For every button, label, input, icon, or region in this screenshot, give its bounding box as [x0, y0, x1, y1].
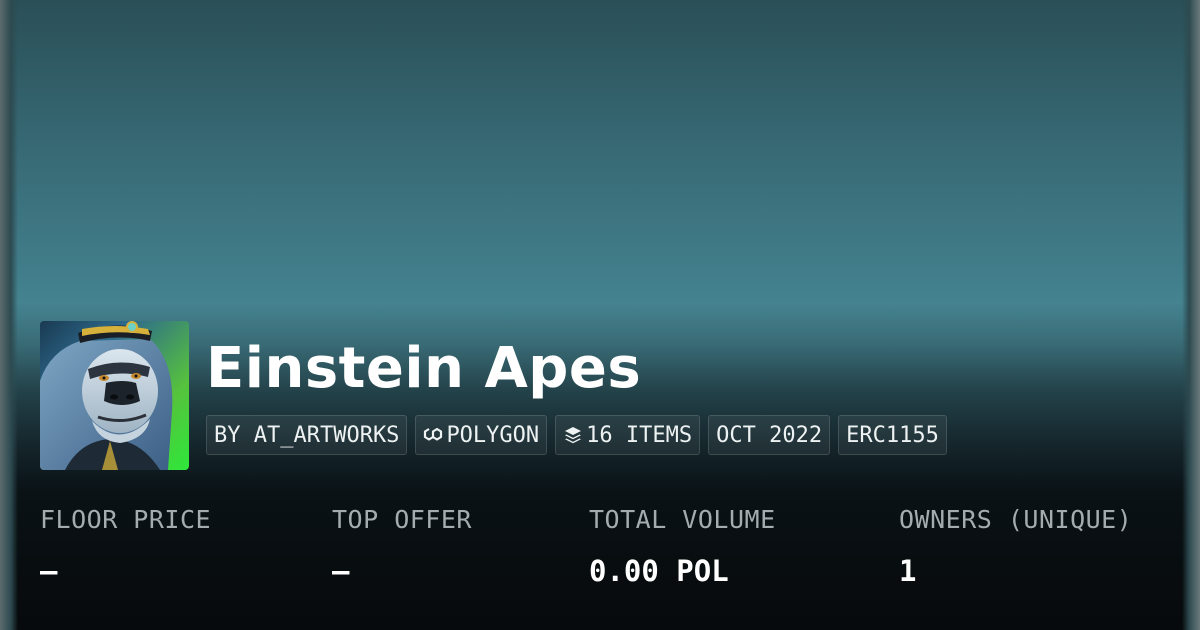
floor-price-value: –: [40, 554, 58, 588]
standard-chip-label: ERC1155: [846, 422, 939, 448]
standard-chip: ERC1155: [838, 415, 947, 455]
chain-chip-label: POLYGON: [446, 422, 540, 448]
chain-chip[interactable]: POLYGON: [415, 415, 548, 455]
date-chip-label: OCT 2022: [716, 422, 823, 448]
owners-stat: OWNERS (UNIQUE) 1: [899, 505, 1132, 588]
total-volume-label: TOTAL VOLUME: [589, 505, 776, 534]
owners-value: 1: [899, 554, 917, 588]
top-offer-stat: TOP OFFER –: [332, 505, 472, 588]
collection-title: Einstein Apes: [206, 336, 642, 401]
floor-price-stat: FLOOR PRICE –: [40, 505, 211, 588]
date-chip: OCT 2022: [708, 415, 831, 455]
top-offer-value: –: [332, 554, 350, 588]
layers-icon: [563, 425, 583, 445]
items-chip[interactable]: 16 ITEMS: [555, 415, 701, 455]
items-chip-label: 16 ITEMS: [586, 422, 693, 448]
creator-chip[interactable]: BY AT_ARTWORKS: [206, 415, 408, 455]
total-volume-stat: TOTAL VOLUME 0.00 POL: [589, 505, 776, 588]
creator-chip-label: BY AT_ARTWORKS: [214, 422, 400, 448]
collection-stats: FLOOR PRICE – TOP OFFER – TOTAL VOLUME 0…: [0, 505, 1200, 605]
ape-avatar-image: [40, 321, 173, 470]
floor-price-label: FLOOR PRICE: [40, 505, 212, 534]
collection-avatar[interactable]: [40, 321, 189, 470]
polygon-icon: [423, 425, 443, 445]
collection-meta-chips: BY AT_ARTWORKS POLYGON 16 ITEMS OCT 2022…: [206, 415, 947, 455]
top-offer-label: TOP OFFER: [332, 505, 472, 534]
owners-label: OWNERS (UNIQUE): [899, 505, 1133, 534]
total-volume-value: 0.00 POL: [589, 554, 729, 588]
